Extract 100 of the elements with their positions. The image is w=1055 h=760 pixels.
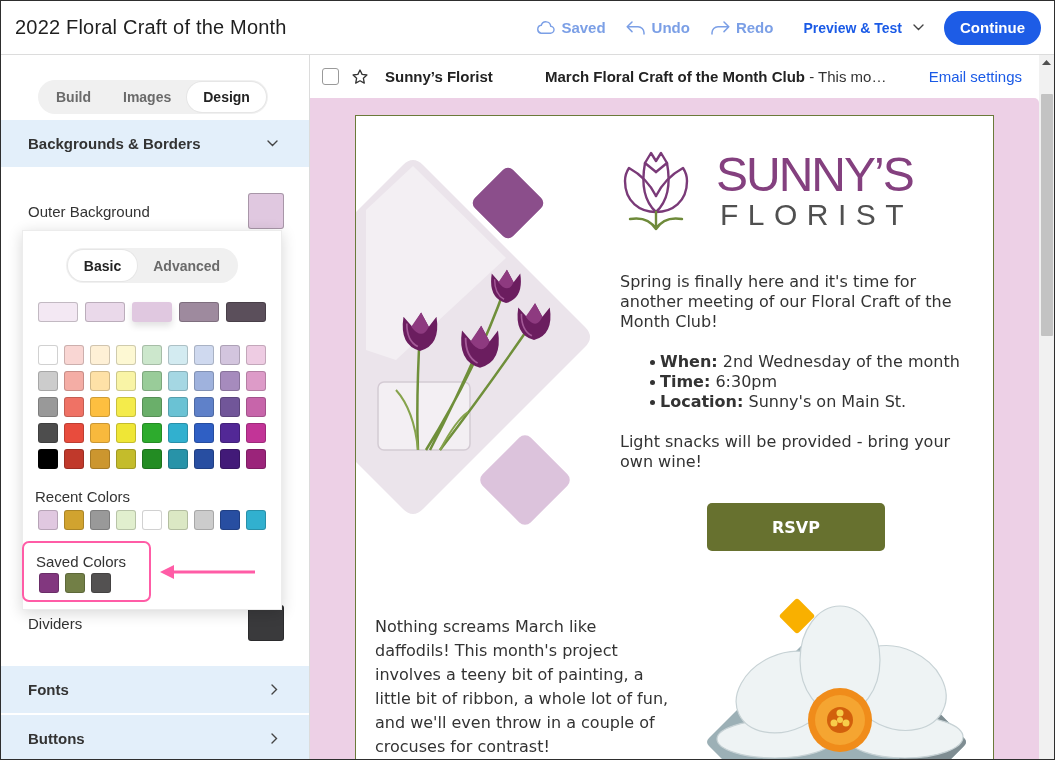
setting-label: Dividers bbox=[28, 614, 83, 632]
document-title: 2022 Floral Craft of the Month bbox=[15, 16, 288, 39]
color-swatch-icon[interactable] bbox=[90, 449, 110, 469]
color-swatch-icon[interactable] bbox=[220, 510, 240, 530]
color-swatch-icon[interactable] bbox=[38, 397, 58, 417]
color-swatch-icon[interactable] bbox=[64, 423, 84, 443]
note-paragraph: Light snacks will be provided - bring your own wine! bbox=[620, 432, 952, 472]
color-swatch-icon[interactable] bbox=[38, 371, 58, 391]
color-swatch-icon[interactable] bbox=[194, 397, 214, 417]
color-swatch-icon[interactable] bbox=[246, 423, 266, 443]
intro-paragraph: Spring is finally here and it's time for another meeting of our Floral Craft of the Month Club! bbox=[620, 272, 953, 332]
color-swatch-icon[interactable] bbox=[38, 510, 58, 530]
color-swatch-icon[interactable] bbox=[194, 371, 214, 391]
bullet-icon bbox=[650, 379, 655, 385]
color-swatch-icon[interactable] bbox=[179, 302, 219, 322]
color-swatch-icon[interactable] bbox=[38, 423, 58, 443]
color-swatch-icon[interactable] bbox=[116, 371, 136, 391]
chevron-down-icon bbox=[267, 140, 278, 147]
color-swatch-icon[interactable] bbox=[38, 449, 58, 469]
sidebar-tab[interactable]: Build bbox=[40, 82, 107, 112]
select-checkbox[interactable] bbox=[322, 68, 339, 85]
color-swatch-icon[interactable] bbox=[116, 449, 136, 469]
chevron-right-icon bbox=[271, 733, 278, 744]
email-settings-link[interactable]: Email settings bbox=[928, 68, 1022, 85]
color-swatch-icon[interactable] bbox=[65, 573, 85, 593]
logo-tagline: FLORIST bbox=[720, 200, 914, 230]
color-swatch-icon[interactable] bbox=[226, 302, 266, 322]
color-swatch-icon[interactable] bbox=[64, 371, 84, 391]
color-swatch-icon[interactable] bbox=[220, 345, 240, 365]
section-label: Saved Colors bbox=[36, 553, 127, 571]
color-swatch-icon[interactable] bbox=[38, 302, 78, 322]
color-swatch-icon[interactable] bbox=[220, 371, 240, 391]
detail-text: Location: Sunny's on Main St. bbox=[660, 392, 907, 412]
redo-icon bbox=[709, 20, 730, 35]
scroll-up-icon[interactable] bbox=[1042, 60, 1051, 65]
color-swatch-icon[interactable] bbox=[246, 449, 266, 469]
continue-button[interactable]: Continue bbox=[944, 10, 1041, 45]
logo-wordmark: SUNNY’S bbox=[716, 150, 913, 200]
color-swatch-icon[interactable] bbox=[90, 345, 110, 365]
color-swatch-icon[interactable] bbox=[246, 371, 266, 391]
section-header[interactable]: Fonts bbox=[1, 666, 309, 713]
color-swatch-icon[interactable] bbox=[116, 397, 136, 417]
color-swatch-icon[interactable] bbox=[142, 371, 162, 391]
mode-tab[interactable]: Basic bbox=[67, 250, 138, 281]
color-swatch-icon[interactable] bbox=[116, 510, 136, 530]
rsvp-button[interactable]: RSVP bbox=[707, 503, 885, 551]
color-swatch-icon[interactable] bbox=[168, 510, 188, 530]
color-swatch-icon[interactable] bbox=[168, 449, 188, 469]
color-swatch-icon[interactable] bbox=[246, 345, 266, 365]
setting-label: Outer Background bbox=[28, 202, 150, 220]
bullet-icon bbox=[650, 399, 655, 405]
color-swatch-icon[interactable] bbox=[116, 345, 136, 365]
color-swatch-icon[interactable] bbox=[220, 423, 240, 443]
color-swatch-icon[interactable] bbox=[38, 345, 58, 365]
section-header[interactable]: Buttons bbox=[1, 715, 309, 759]
detail-text: Time: 6:30pm bbox=[660, 372, 778, 392]
color-swatch-icon[interactable] bbox=[168, 371, 188, 391]
color-swatch-icon[interactable] bbox=[39, 573, 59, 593]
sidebar-tab[interactable]: Design bbox=[187, 82, 266, 112]
color-swatch-icon[interactable] bbox=[194, 449, 214, 469]
color-swatch-icon[interactable] bbox=[132, 302, 172, 322]
color-swatch-icon[interactable] bbox=[64, 345, 84, 365]
scrollbar-thumb[interactable] bbox=[1040, 94, 1053, 336]
star-icon[interactable] bbox=[352, 68, 368, 85]
color-swatch-icon[interactable] bbox=[168, 345, 188, 365]
preview-test-menu[interactable]: Preview & Test bbox=[803, 19, 924, 36]
chevron-down-icon bbox=[913, 24, 924, 31]
sidebar-tab[interactable]: Images bbox=[107, 82, 188, 112]
color-swatch-icon[interactable] bbox=[194, 510, 214, 530]
color-swatch-icon[interactable] bbox=[142, 510, 162, 530]
story-paragraph: Nothing screams March like daffodils! This month's project involves a teeny bit of painting, a little bit of ribbon, a whole lot of fun, and we'll even throw in a couple of crocuses for contrast! bbox=[375, 616, 670, 758]
sender-name: Sunny’s Florist bbox=[385, 68, 494, 85]
color-swatch-icon[interactable] bbox=[116, 423, 136, 443]
color-swatch-icon[interactable] bbox=[142, 345, 162, 365]
cloud-icon bbox=[536, 21, 556, 34]
color-swatch-icon[interactable] bbox=[91, 573, 111, 593]
color-swatch-icon[interactable] bbox=[85, 302, 125, 322]
color-swatch-icon[interactable] bbox=[64, 397, 84, 417]
color-swatch-icon[interactable] bbox=[246, 510, 266, 530]
bullet-icon bbox=[650, 359, 655, 365]
color-swatch-icon[interactable] bbox=[64, 510, 84, 530]
color-swatch-icon[interactable] bbox=[64, 449, 84, 469]
color-swatch-icon[interactable] bbox=[90, 510, 110, 530]
color-swatch-icon[interactable] bbox=[248, 193, 284, 229]
color-swatch-icon[interactable] bbox=[90, 423, 110, 443]
color-swatch-icon[interactable] bbox=[168, 397, 188, 417]
color-swatch-icon[interactable] bbox=[194, 423, 214, 443]
color-swatch-icon[interactable] bbox=[220, 397, 240, 417]
color-swatch-icon[interactable] bbox=[142, 449, 162, 469]
color-swatch-icon[interactable] bbox=[246, 397, 266, 417]
section-header[interactable]: Backgrounds & Borders bbox=[1, 120, 309, 167]
color-swatch-icon[interactable] bbox=[90, 397, 110, 417]
color-swatch-icon[interactable] bbox=[142, 423, 162, 443]
color-swatch-icon[interactable] bbox=[168, 423, 188, 443]
color-swatch-icon[interactable] bbox=[220, 449, 240, 469]
color-swatch-icon[interactable] bbox=[90, 371, 110, 391]
section-label: Recent Colors bbox=[35, 488, 131, 506]
mode-tab[interactable]: Advanced bbox=[137, 250, 237, 281]
color-swatch-icon[interactable] bbox=[142, 397, 162, 417]
color-swatch-icon[interactable] bbox=[194, 345, 214, 365]
